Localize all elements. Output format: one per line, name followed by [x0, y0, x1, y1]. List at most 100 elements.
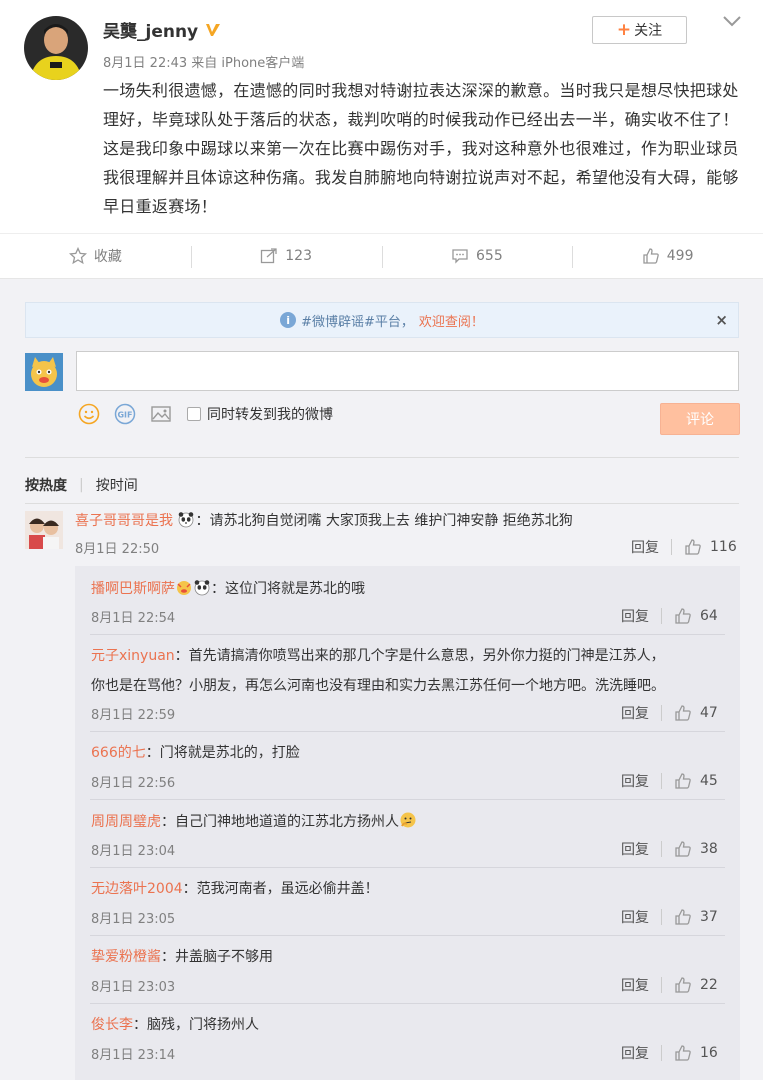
separator: [661, 773, 662, 789]
like-count: 37: [700, 909, 718, 925]
comment-button[interactable]: 655: [381, 234, 573, 278]
chevron-down-icon[interactable]: [722, 14, 742, 28]
repost-count: 123: [285, 248, 312, 264]
repost-checkbox[interactable]: 同时转发到我的微博: [187, 404, 333, 424]
thumbs-up-icon[interactable]: [674, 976, 692, 994]
follow-button[interactable]: + 关注: [592, 16, 687, 44]
gif-icon[interactable]: GIF: [113, 402, 137, 426]
reply-user[interactable]: 播啊巴斯啊萨: [91, 581, 175, 597]
sort-by-hot[interactable]: 按热度: [25, 475, 67, 495]
cheer-emoji-icon: [177, 581, 191, 595]
sort-separator: |: [79, 477, 84, 493]
reply-button[interactable]: 回复: [631, 537, 659, 557]
reply-text-continued: 你也是在骂他？小朋友，再怎么河南也没有理由和实力去黑江苏任何一个地方吧。洗洗睡吧…: [91, 678, 665, 694]
reply-user[interactable]: 挚爱粉橙酱: [91, 949, 161, 965]
panda-emoji-icon: [194, 580, 210, 596]
reply-button[interactable]: 回复: [621, 771, 649, 791]
commenter-avatar[interactable]: [25, 511, 63, 549]
reply-time: 8月1日 23:14: [91, 1048, 176, 1063]
action-bar: 收藏 123 655 499: [0, 233, 763, 279]
reply-time: 8月1日 22:56: [91, 776, 176, 791]
divider: [90, 634, 725, 635]
reply-text: 666的七：门将就是苏北的，打脸: [91, 743, 731, 763]
like-count: 22: [700, 977, 718, 993]
reply-actions: 回复 38: [621, 839, 718, 859]
reply-time: 8月1日 22:59: [91, 708, 176, 723]
reply-time: 8月1日 23:05: [91, 912, 176, 927]
reply-user[interactable]: 周周周璧虎: [91, 814, 161, 830]
reply-user[interactable]: 666的七: [91, 745, 146, 761]
close-icon[interactable]: ×: [715, 311, 728, 329]
submit-comment-button[interactable]: 评论: [660, 403, 740, 435]
like-count: 64: [700, 608, 718, 624]
separator: [661, 909, 662, 925]
svg-text:GIF: GIF: [117, 411, 132, 420]
divider: [25, 457, 739, 458]
repost-button[interactable]: 123: [190, 234, 382, 278]
reply-button[interactable]: 回复: [621, 703, 649, 723]
divider: [90, 731, 725, 732]
image-icon[interactable]: [149, 402, 173, 426]
thumbs-up-icon[interactable]: [684, 538, 702, 556]
reply-actions: 回复 16: [621, 1043, 718, 1063]
thumbs-up-icon[interactable]: [674, 840, 692, 858]
like-count: 38: [700, 841, 718, 857]
author-name[interactable]: 吴龑_jenny: [103, 17, 222, 42]
notice-cta[interactable]: 欢迎查阅！: [419, 311, 484, 330]
thumbs-up-icon[interactable]: [674, 704, 692, 722]
reply-body: ：脑残，门将扬州人: [133, 1017, 259, 1033]
separator: [661, 1045, 662, 1061]
thumbs-up-icon[interactable]: [674, 908, 692, 926]
reply-time: 8月1日 23:04: [91, 844, 176, 859]
comment-icon: [452, 249, 468, 264]
post-text: 一场失利很遗憾，在遗憾的同时我想对特谢拉表达深深的歉意。当时我只是想尽快把球处理…: [103, 81, 739, 216]
reply-text: 挚爱粉橙酱：井盖脑子不够用: [91, 947, 731, 967]
thumbs-up-icon[interactable]: [674, 772, 692, 790]
comment-text: 喜子哥哥哥是我 ：请苏北狗自觉闭嘴 大家顶我上去 维护门神安静 拒绝苏北狗: [75, 510, 573, 531]
reply-button[interactable]: 回复: [621, 1043, 649, 1063]
reply-button[interactable]: 回复: [621, 606, 649, 626]
info-icon: i: [280, 312, 297, 328]
reply-actions: 回复 64: [621, 606, 718, 626]
comment-input[interactable]: [76, 351, 739, 391]
divider: [90, 935, 725, 936]
reply-actions: 回复 45: [621, 771, 718, 791]
author-avatar[interactable]: [24, 16, 88, 80]
separator: [661, 608, 662, 624]
divider: [90, 1003, 725, 1004]
divider: [90, 867, 725, 868]
favorite-label: 收藏: [93, 249, 122, 265]
thumbs-up-icon[interactable]: [674, 607, 692, 625]
reply-text: 俊长李：脑残，门将扬州人: [91, 1015, 731, 1035]
emoji-icon[interactable]: [77, 402, 101, 426]
comment-body: ：请苏北狗自觉闭嘴 大家顶我上去 维护门神安静 拒绝苏北狗: [195, 513, 573, 529]
my-avatar[interactable]: [25, 353, 63, 391]
notice-tag[interactable]: #微博辟谣#平台，: [301, 311, 414, 330]
follow-label: 关注: [634, 23, 663, 39]
reply-button[interactable]: 回复: [621, 975, 649, 995]
reply-button[interactable]: 回复: [621, 907, 649, 927]
reply-user[interactable]: 俊长李: [91, 1017, 133, 1033]
like-button[interactable]: 499: [572, 234, 763, 278]
rumor-notice[interactable]: i #微博辟谣#平台， 欢迎查阅！ ×: [25, 302, 739, 338]
thinking-emoji-icon: [400, 812, 416, 828]
separator: [661, 841, 662, 857]
like-count: 47: [700, 705, 718, 721]
compose-toolbar: GIF 同时转发到我的微博: [77, 402, 333, 426]
reply-time: 8月1日 22:54: [91, 611, 176, 626]
commenter-name[interactable]: 喜子哥哥哥是我: [75, 513, 173, 529]
reply-text: 周周周璧虎：自己门神地地道道的江苏北方扬州人: [91, 811, 731, 832]
favorite-button[interactable]: 收藏: [0, 234, 191, 278]
checkbox-box[interactable]: [187, 407, 201, 421]
reply-thread: 播啊巴斯啊萨 ：这位门将就是苏北的哦 8月1日 22:54 回复 64 元子xin…: [75, 566, 740, 1080]
repost-check-label: 同时转发到我的微博: [207, 407, 333, 423]
reply-user[interactable]: 无边落叶2004: [91, 881, 183, 897]
comment-time: 8月1日 22:50: [75, 542, 160, 557]
reply-button[interactable]: 回复: [621, 839, 649, 859]
like-count: 116: [710, 539, 737, 555]
sort-by-time[interactable]: 按时间: [96, 475, 138, 495]
thumbs-up-icon[interactable]: [674, 1044, 692, 1062]
author-name-text[interactable]: 吴龑_jenny: [103, 17, 198, 42]
reply-user[interactable]: 元子xinyuan: [91, 648, 175, 664]
sort-tabs: 按热度 | 按时间: [25, 475, 138, 495]
